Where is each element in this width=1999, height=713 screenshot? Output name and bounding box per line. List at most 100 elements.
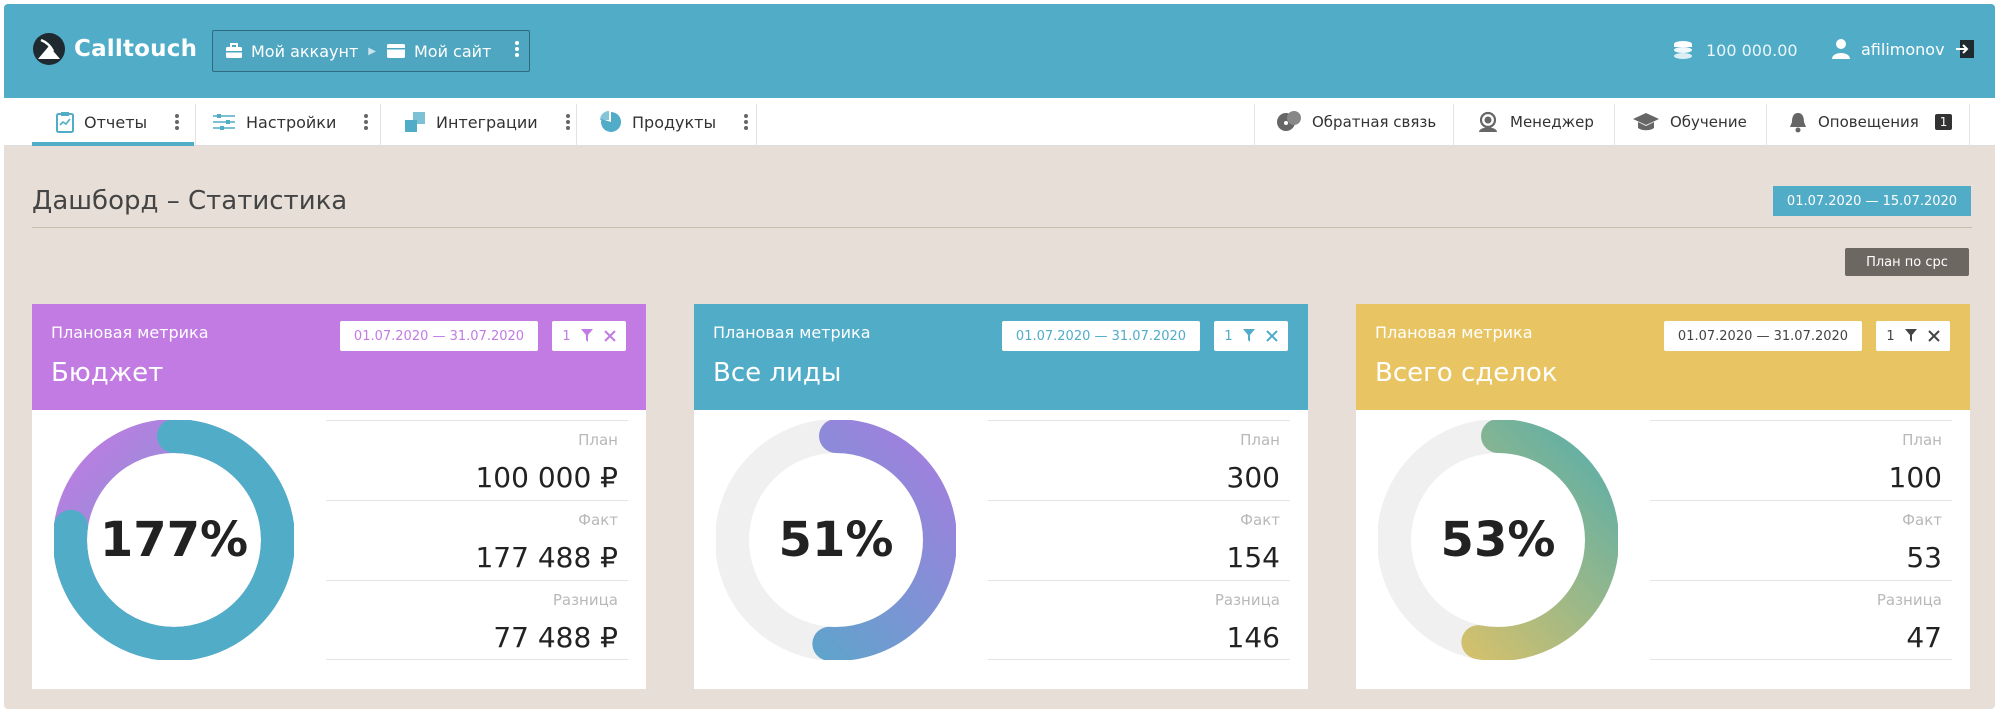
feedback-icon [1277, 111, 1301, 131]
metric-stats: План 300 Факт 154 Разница 146 [988, 420, 1290, 660]
browser-window-icon [386, 44, 405, 58]
nav-menu-icon[interactable] [175, 112, 180, 132]
chevron-right-icon: ▶ [368, 45, 376, 57]
breadcrumb-account-label: Мой аккаунт [251, 41, 359, 61]
close-icon[interactable] [1265, 330, 1278, 342]
stat-value: 300 [1226, 461, 1280, 494]
card-subtitle: Плановая метрика [713, 323, 871, 342]
progress-percent: 53% [1440, 512, 1556, 568]
puzzle-icon [405, 112, 425, 132]
calltouch-logo-icon [33, 33, 65, 65]
stat-label: План [1902, 431, 1942, 449]
divider [32, 227, 1972, 228]
divider [380, 104, 381, 146]
card-title: Все лиды [713, 358, 842, 388]
filter-icon[interactable] [581, 329, 594, 343]
nav-item-learning[interactable]: Обучение [1632, 98, 1747, 146]
breadcrumb-site-label: Мой сайт [413, 41, 492, 61]
card-title: Бюджет [51, 358, 164, 388]
plan-cpc-button[interactable]: План по cpc [1845, 248, 1969, 276]
divider [1766, 104, 1767, 146]
notification-count-badge: 1 [1934, 114, 1953, 130]
divider [1969, 104, 1970, 146]
nav-item-integrations[interactable]: Интеграции [404, 98, 570, 146]
app-frame: Calltouch Мой аккаунт ▶ Мой сайт 100 000… [4, 4, 1995, 709]
stat-row-diff: Разница 146 [988, 580, 1290, 660]
metric-card: Плановая метрика Всего сделок 01.07.2020… [1356, 304, 1970, 689]
card-header: Плановая метрика Бюджет 01.07.2020 — 31.… [32, 304, 646, 410]
metric-card: Плановая метрика Бюджет 01.07.2020 — 31.… [32, 304, 646, 689]
close-icon[interactable] [1927, 330, 1940, 342]
nav-item-products[interactable]: Продукты [600, 98, 749, 146]
nav-item-notifications[interactable]: Оповещения 1 [1788, 98, 1953, 146]
report-icon [56, 112, 74, 133]
stat-value: 146 [1226, 621, 1280, 654]
manager-icon [1479, 111, 1497, 132]
breadcrumb-site[interactable]: Мой сайт [386, 42, 491, 61]
user-menu[interactable]: afilimonov [1831, 38, 1975, 60]
stat-value: 53 [1906, 541, 1942, 574]
filter-icon[interactable] [1905, 329, 1918, 343]
breadcrumb-menu-icon[interactable] [515, 39, 519, 59]
nav-menu-icon[interactable] [744, 112, 749, 132]
stat-value: 154 [1226, 541, 1280, 574]
filter-count: 1 [1886, 328, 1895, 344]
nav-item-reports[interactable]: Отчеты [32, 98, 194, 146]
nav-item-label: Отчеты [84, 112, 148, 132]
coins-icon [1674, 41, 1692, 59]
stat-row-diff: Разница 47 [1650, 580, 1952, 660]
divider [1614, 104, 1615, 146]
pie-icon [600, 111, 622, 132]
stat-row-plan: План 100 [1650, 420, 1952, 500]
divider [1254, 104, 1255, 146]
card-filter: 1 [552, 321, 626, 351]
card-date-range[interactable]: 01.07.2020 — 31.07.2020 [340, 321, 538, 351]
filter-icon[interactable] [1243, 329, 1256, 343]
breadcrumb-account[interactable]: Мой аккаунт [225, 42, 358, 61]
card-header: Плановая метрика Всего сделок 01.07.2020… [1356, 304, 1970, 410]
divider [576, 104, 577, 146]
card-subtitle: Плановая метрика [51, 323, 209, 342]
card-header: Плановая метрика Все лиды 01.07.2020 — 3… [694, 304, 1308, 410]
filter-count: 1 [562, 328, 571, 344]
nav-item-settings[interactable]: Настройки [212, 98, 369, 146]
period-selector[interactable]: 01.07.2020 — 15.07.2020 [1773, 186, 1971, 216]
logo[interactable]: Calltouch [32, 32, 197, 66]
nav-menu-icon[interactable] [364, 112, 369, 132]
stat-row-fact: Факт 53 [1650, 500, 1952, 580]
divider [195, 104, 196, 146]
metric-stats: План 100 Факт 53 Разница 47 [1650, 420, 1952, 660]
filter-count: 1 [1224, 328, 1233, 344]
nav-item-label: Оповещения [1818, 113, 1919, 131]
progress-percent: 51% [778, 512, 894, 568]
bell-icon [1790, 113, 1806, 133]
close-icon[interactable] [603, 330, 616, 342]
nav-item-manager[interactable]: Менеджер [1476, 98, 1594, 146]
stat-row-diff: Разница 77 488 ₽ [326, 580, 628, 660]
divider [756, 104, 757, 146]
card-date-range[interactable]: 01.07.2020 — 31.07.2020 [1002, 321, 1200, 351]
stat-label: Факт [1240, 511, 1280, 529]
divider [1453, 104, 1454, 146]
stat-value: 77 488 ₽ [493, 621, 618, 654]
nav-item-feedback[interactable]: Обратная связь [1276, 98, 1436, 146]
logout-icon[interactable] [1955, 39, 1975, 59]
top-bar: Calltouch Мой аккаунт ▶ Мой сайт 100 000… [4, 4, 1995, 98]
card-filter: 1 [1876, 321, 1950, 351]
main-nav: Отчеты Настройки Интеграции Продукты Обр… [4, 98, 1995, 146]
nav-menu-icon[interactable] [565, 112, 570, 132]
stat-value: 177 488 ₽ [475, 541, 618, 574]
card-subtitle: Плановая метрика [1375, 323, 1533, 342]
stat-value: 100 [1888, 461, 1942, 494]
stat-row-fact: Факт 177 488 ₽ [326, 500, 628, 580]
username: afilimonov [1861, 39, 1945, 59]
graduation-icon [1633, 113, 1659, 131]
stat-value: 100 000 ₽ [475, 461, 618, 494]
card-title: Всего сделок [1375, 358, 1558, 388]
card-date-range[interactable]: 01.07.2020 — 31.07.2020 [1664, 321, 1862, 351]
balance[interactable]: 100 000.00 [1670, 40, 1798, 60]
nav-item-label: Интеграции [436, 112, 538, 132]
sliders-icon [213, 114, 235, 130]
stat-row-plan: План 100 000 ₽ [326, 420, 628, 500]
nav-item-label: Обучение [1670, 113, 1747, 131]
